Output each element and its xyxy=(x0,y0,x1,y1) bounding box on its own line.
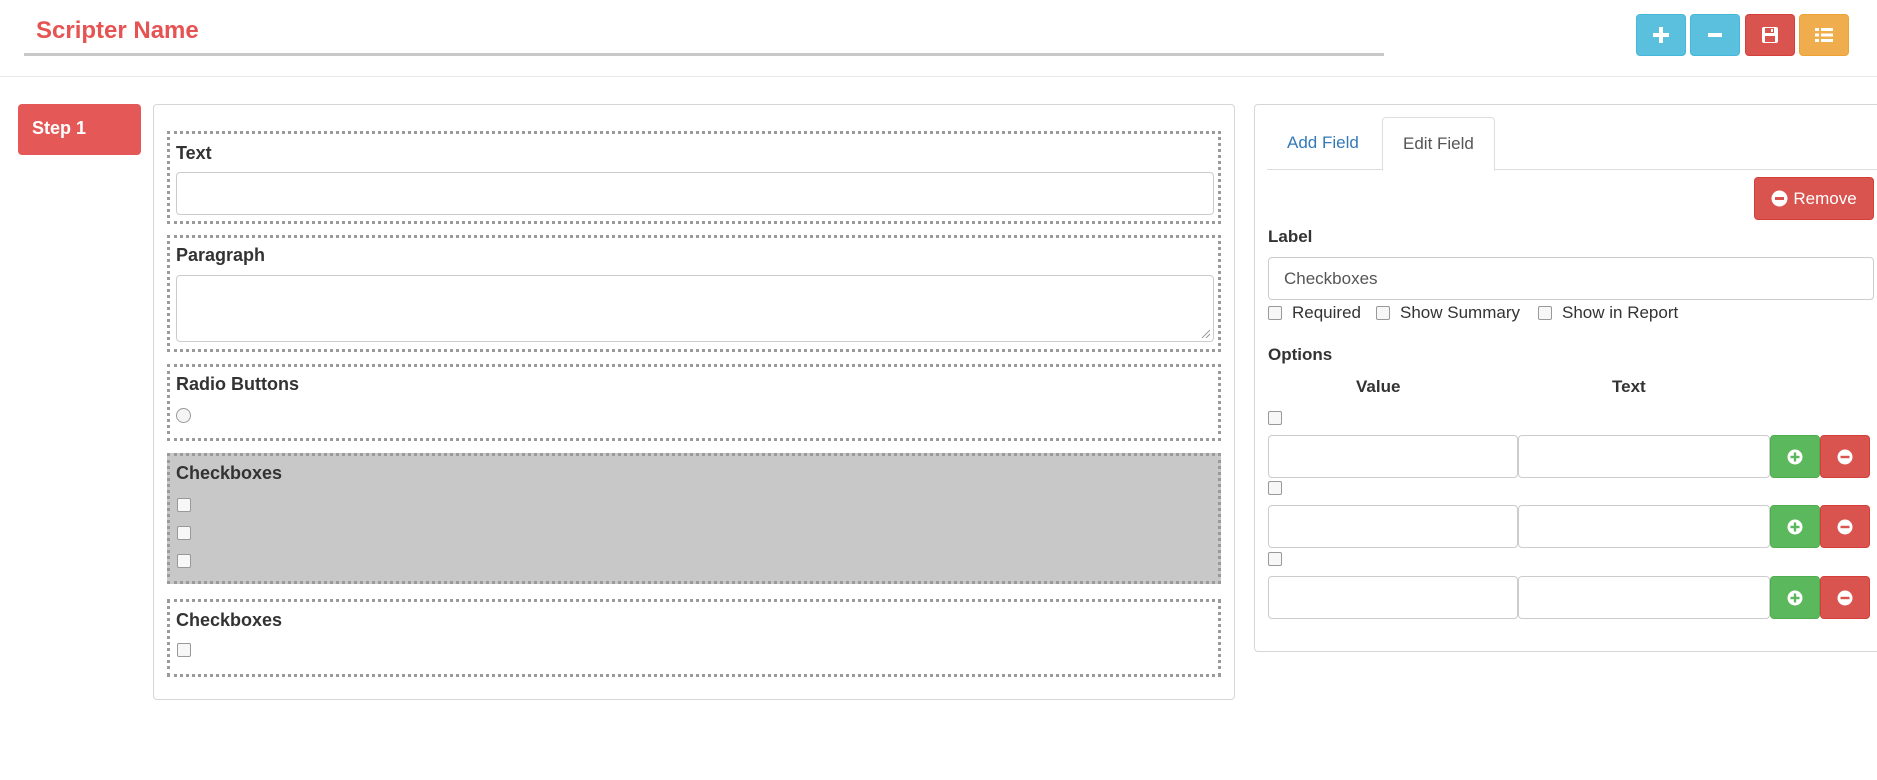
option-default-checkbox[interactable] xyxy=(1268,411,1282,425)
form-field-checkboxes-selected[interactable]: Checkboxes xyxy=(167,453,1221,584)
floppy-disk-icon xyxy=(1762,27,1778,43)
list-icon xyxy=(1815,28,1833,42)
field-label: Text xyxy=(176,143,212,163)
required-checkbox[interactable]: Required xyxy=(1268,302,1361,324)
plus-circle-icon xyxy=(1787,519,1803,534)
form-field-paragraph[interactable]: Paragraph xyxy=(167,235,1221,352)
checkbox-option[interactable] xyxy=(177,554,191,568)
option-text-input[interactable] xyxy=(1518,435,1770,478)
option-text-input[interactable] xyxy=(1518,505,1770,548)
option-default-checkbox[interactable] xyxy=(1268,481,1282,495)
field-label: Paragraph xyxy=(176,245,266,265)
show-in-report-label: Show in Report xyxy=(1562,303,1679,322)
show-in-report-checkbox[interactable]: Show in Report xyxy=(1538,302,1678,324)
minus-circle-icon xyxy=(1837,590,1853,605)
options-heading: Options xyxy=(1268,345,1333,364)
checkbox[interactable] xyxy=(1538,306,1552,320)
option-text-input[interactable] xyxy=(1518,576,1770,619)
label-input[interactable]: Checkboxes xyxy=(1268,257,1874,300)
minus-circle-icon xyxy=(1771,190,1788,207)
remove-option-button[interactable] xyxy=(1820,576,1870,619)
required-label: Required xyxy=(1292,303,1361,322)
app-header xyxy=(0,0,1877,77)
plus-icon xyxy=(1653,27,1669,43)
step-label: Step 1 xyxy=(32,118,87,138)
checkbox-option[interactable] xyxy=(177,643,191,657)
minus-icon xyxy=(1708,33,1722,37)
option-value-input[interactable] xyxy=(1268,576,1518,619)
form-canvas: Text Paragraph Radio Buttons Checkboxes … xyxy=(153,104,1235,700)
option-default-checkbox[interactable] xyxy=(1268,552,1282,566)
minus-circle-icon xyxy=(1837,519,1853,534)
value-column-header: Value xyxy=(1356,377,1401,396)
checkbox[interactable] xyxy=(1268,306,1282,320)
remove-option-button[interactable] xyxy=(1820,435,1870,478)
field-editor-panel: Add Field Edit Field Remove Label Checkb… xyxy=(1254,104,1877,652)
text-input-preview[interactable] xyxy=(176,172,1214,215)
tab-add-field[interactable]: Add Field xyxy=(1267,117,1379,171)
field-label: Checkboxes xyxy=(176,610,283,630)
field-label: Radio Buttons xyxy=(176,374,299,394)
label-heading: Label xyxy=(1268,227,1313,246)
field-label: Checkboxes xyxy=(176,463,283,483)
editor-tabs: Add Field Edit Field xyxy=(1267,117,1877,171)
radio-option[interactable] xyxy=(176,408,191,423)
add-step-button[interactable] xyxy=(1636,14,1686,56)
form-field-text[interactable]: Text xyxy=(167,131,1221,224)
add-option-button[interactable] xyxy=(1770,505,1820,548)
tab-edit-field[interactable]: Edit Field xyxy=(1382,117,1495,171)
form-field-checkboxes[interactable]: Checkboxes xyxy=(167,599,1221,677)
remove-step-button[interactable] xyxy=(1690,14,1740,56)
show-summary-checkbox[interactable]: Show Summary xyxy=(1376,302,1520,324)
save-button[interactable] xyxy=(1745,14,1795,56)
add-option-button[interactable] xyxy=(1770,435,1820,478)
checkbox-option[interactable] xyxy=(177,498,191,512)
plus-circle-icon xyxy=(1787,449,1803,464)
step-1-button[interactable]: Step 1 xyxy=(18,104,141,155)
remove-option-button[interactable] xyxy=(1820,505,1870,548)
option-value-input[interactable] xyxy=(1268,505,1518,548)
text-column-header: Text xyxy=(1612,377,1646,396)
script-name-input[interactable] xyxy=(24,8,1384,56)
paragraph-textarea-preview[interactable] xyxy=(176,275,1214,342)
show-summary-label: Show Summary xyxy=(1400,303,1520,322)
remove-label: Remove xyxy=(1793,188,1857,208)
minus-circle-icon xyxy=(1837,449,1853,464)
checkbox-option[interactable] xyxy=(177,526,191,540)
plus-circle-icon xyxy=(1787,590,1803,605)
add-option-button[interactable] xyxy=(1770,576,1820,619)
remove-field-button[interactable]: Remove xyxy=(1754,177,1874,220)
resize-grip-icon[interactable] xyxy=(1200,328,1210,338)
checkbox[interactable] xyxy=(1376,306,1390,320)
list-button[interactable] xyxy=(1799,14,1849,56)
form-field-radio[interactable]: Radio Buttons xyxy=(167,364,1221,441)
option-value-input[interactable] xyxy=(1268,435,1518,478)
